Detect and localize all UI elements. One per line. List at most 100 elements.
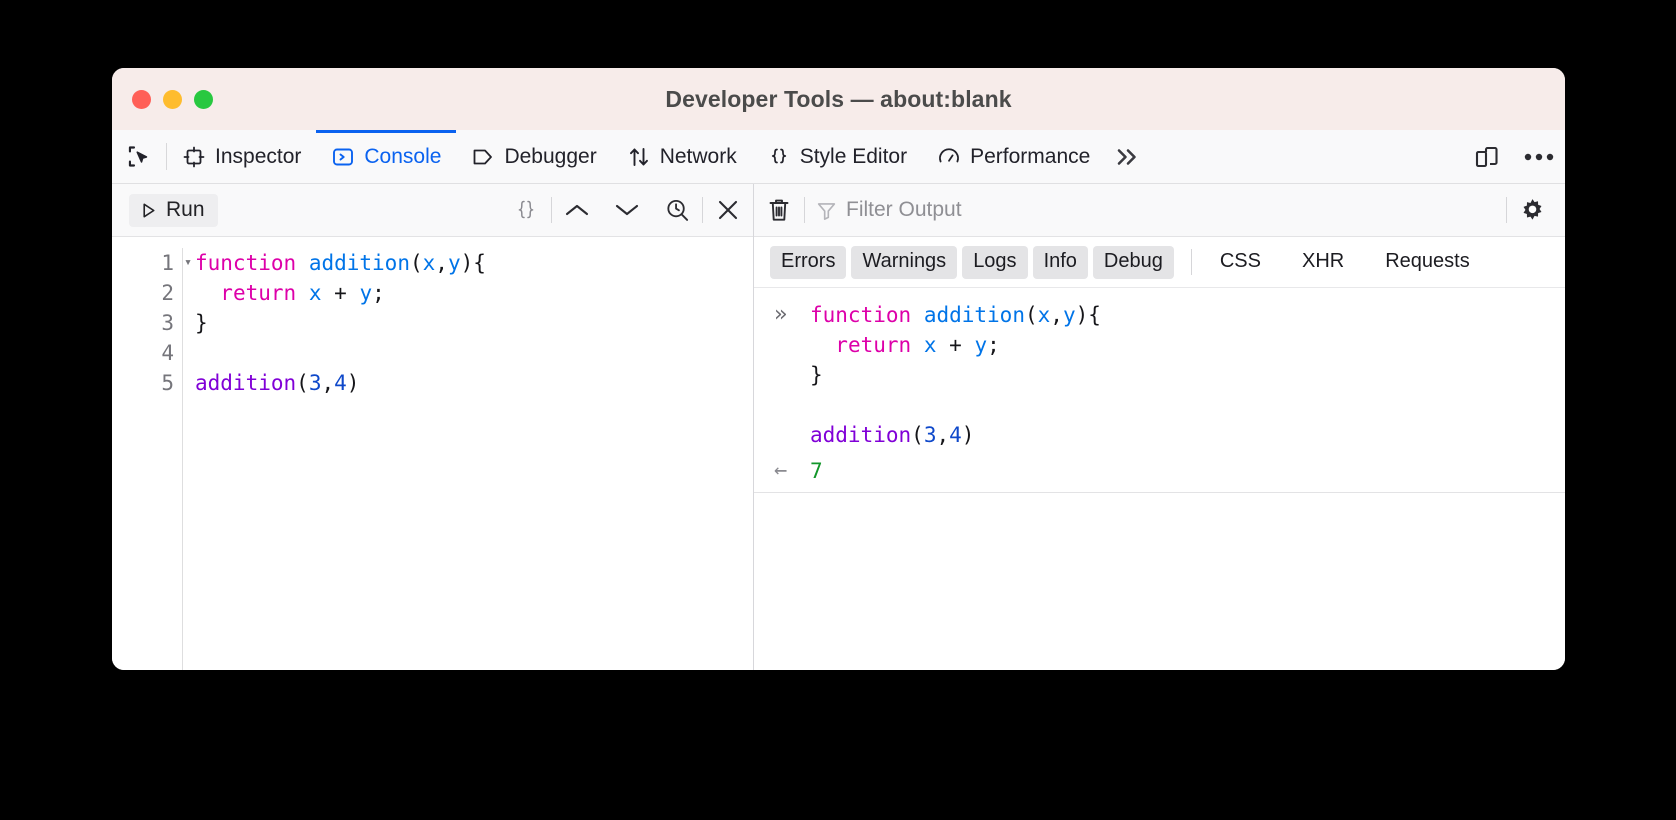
element-picker-button[interactable] xyxy=(112,130,166,183)
token-punct: ( xyxy=(409,251,423,275)
history-search-icon xyxy=(664,197,691,224)
debugger-icon xyxy=(471,145,495,169)
token-param-x: x xyxy=(422,251,436,275)
token-punct: ; xyxy=(987,333,1000,357)
console-toolbar: Filter Output xyxy=(754,184,1565,237)
editor-pane: Run 1 ▾ 2 3 4 5 function addition(x,y){… xyxy=(112,184,754,670)
token-punct: } xyxy=(195,311,208,335)
token-keyword-function: function xyxy=(810,303,912,327)
tab-debugger[interactable]: Debugger xyxy=(456,130,611,183)
chevrons-right-icon xyxy=(1111,144,1141,170)
token-keyword-function: function xyxy=(195,251,297,275)
filter-toggle-info[interactable]: Info xyxy=(1032,245,1088,279)
token-punct: ){ xyxy=(460,251,486,275)
chevron-down-icon xyxy=(613,200,641,220)
token-number-4: 4 xyxy=(949,423,962,447)
network-icon xyxy=(627,145,651,169)
tab-style-editor-label: Style Editor xyxy=(799,144,908,168)
token-punct: } xyxy=(810,363,823,387)
console-split-view: Run 1 ▾ 2 3 4 5 function addition(x,y){… xyxy=(112,184,1565,670)
fold-arrow-icon[interactable]: ▾ xyxy=(184,248,192,278)
zoom-window-button[interactable] xyxy=(194,89,213,109)
line-number: 2 xyxy=(161,281,174,305)
token-ident-x: x xyxy=(308,281,322,305)
next-expression-button[interactable] xyxy=(602,184,652,236)
trash-icon xyxy=(766,196,792,224)
token-number-3: 3 xyxy=(923,423,937,447)
previous-expression-button[interactable] xyxy=(552,184,602,236)
run-button-label: Run xyxy=(166,198,205,221)
toolbox-options-button[interactable] xyxy=(1513,130,1565,183)
input-marker-icon: » xyxy=(774,302,788,327)
run-button[interactable]: Run xyxy=(129,193,218,227)
token-param-y: y xyxy=(1062,303,1076,327)
filter-toggle-requests[interactable]: Requests xyxy=(1374,246,1481,279)
token-number-4: 4 xyxy=(334,371,347,395)
token-punct: ) xyxy=(961,423,975,447)
result-arrow-icon: ← xyxy=(774,458,788,483)
token-param-y: y xyxy=(447,251,461,275)
filter-row-divider xyxy=(1190,249,1192,275)
tab-inspector-label: Inspector xyxy=(215,144,302,168)
responsive-design-mode-icon xyxy=(1472,142,1502,172)
tab-network-label: Network xyxy=(659,144,737,168)
funnel-icon xyxy=(815,199,838,222)
token-punct: ( xyxy=(911,423,924,447)
token-punct: ) xyxy=(346,371,360,395)
pretty-print-button[interactable] xyxy=(501,184,551,236)
editor-source[interactable]: function addition(x,y){ return x + y; } … xyxy=(183,248,753,670)
history-search-button[interactable] xyxy=(652,184,702,236)
traffic-lights xyxy=(112,89,213,109)
filter-toggle-css[interactable]: CSS xyxy=(1209,246,1272,279)
console-settings-button[interactable] xyxy=(1507,184,1557,236)
token-punct: , xyxy=(435,251,448,275)
tab-network[interactable]: Network xyxy=(612,130,752,183)
token-call-name: addition xyxy=(810,423,912,447)
token-function-name: addition xyxy=(923,303,1025,327)
window-titlebar: Developer Tools — about:blank xyxy=(112,68,1565,130)
filter-toggle-xhr[interactable]: XHR xyxy=(1291,246,1355,279)
console-input-source: function addition(x,y){ return x + y; } … xyxy=(810,300,1101,450)
token-ident-y: y xyxy=(359,281,373,305)
toolbox-tabbar: Inspector Console Debugger Network Style… xyxy=(112,130,1565,184)
element-picker-icon xyxy=(126,143,153,170)
tab-console[interactable]: Console xyxy=(316,130,457,183)
editor-code-area[interactable]: 1 ▾ 2 3 4 5 function addition(x,y){ retu… xyxy=(112,237,753,670)
close-window-button[interactable] xyxy=(132,89,151,109)
tab-performance[interactable]: Performance xyxy=(922,130,1105,183)
filter-toggle-debug[interactable]: Debug xyxy=(1092,245,1174,279)
console-input-entry[interactable]: » function addition(x,y){ return x + y; … xyxy=(754,298,1565,456)
filter-toggle-errors[interactable]: Errors xyxy=(770,245,847,279)
play-icon xyxy=(139,201,158,220)
responsive-design-mode-button[interactable] xyxy=(1461,130,1513,183)
window-title: Developer Tools — about:blank xyxy=(665,85,1012,112)
performance-icon xyxy=(937,145,961,169)
filter-toggle-logs[interactable]: Logs xyxy=(962,245,1028,279)
chevron-up-icon xyxy=(563,200,591,220)
tab-console-label: Console xyxy=(364,144,442,168)
token-operator-plus: + xyxy=(334,281,347,305)
console-entry-divider xyxy=(754,492,1565,493)
console-result-entry[interactable]: ← 7 xyxy=(754,456,1565,492)
filter-output-placeholder: Filter Output xyxy=(846,198,962,221)
token-function-name: addition xyxy=(308,251,410,275)
minimize-window-button[interactable] xyxy=(163,89,182,109)
tab-performance-label: Performance xyxy=(970,144,1091,168)
toolbox-overflow-button[interactable] xyxy=(1105,130,1155,183)
tab-style-editor[interactable]: Style Editor xyxy=(752,130,922,183)
line-number-value: 1 xyxy=(161,251,174,275)
filter-output-input[interactable]: Filter Output xyxy=(805,198,1506,222)
clear-console-button[interactable] xyxy=(754,184,804,236)
console-filter-toggles: Errors Warnings Logs Info Debug CSS XHR … xyxy=(754,237,1565,288)
devtools-window: Developer Tools — about:blank Inspector xyxy=(112,68,1565,670)
tabbar-spacer xyxy=(1155,130,1461,183)
filter-toggle-warnings[interactable]: Warnings xyxy=(851,245,958,279)
token-operator-plus: + xyxy=(949,333,962,357)
style-editor-icon xyxy=(767,145,791,169)
token-keyword-return: return xyxy=(835,333,912,357)
tab-inspector[interactable]: Inspector xyxy=(167,130,316,183)
console-pane: Filter Output Errors Warnings Logs Info … xyxy=(754,184,1565,670)
token-punct: ( xyxy=(1024,303,1038,327)
token-ident-y: y xyxy=(974,333,988,357)
close-editor-button[interactable] xyxy=(703,184,753,236)
